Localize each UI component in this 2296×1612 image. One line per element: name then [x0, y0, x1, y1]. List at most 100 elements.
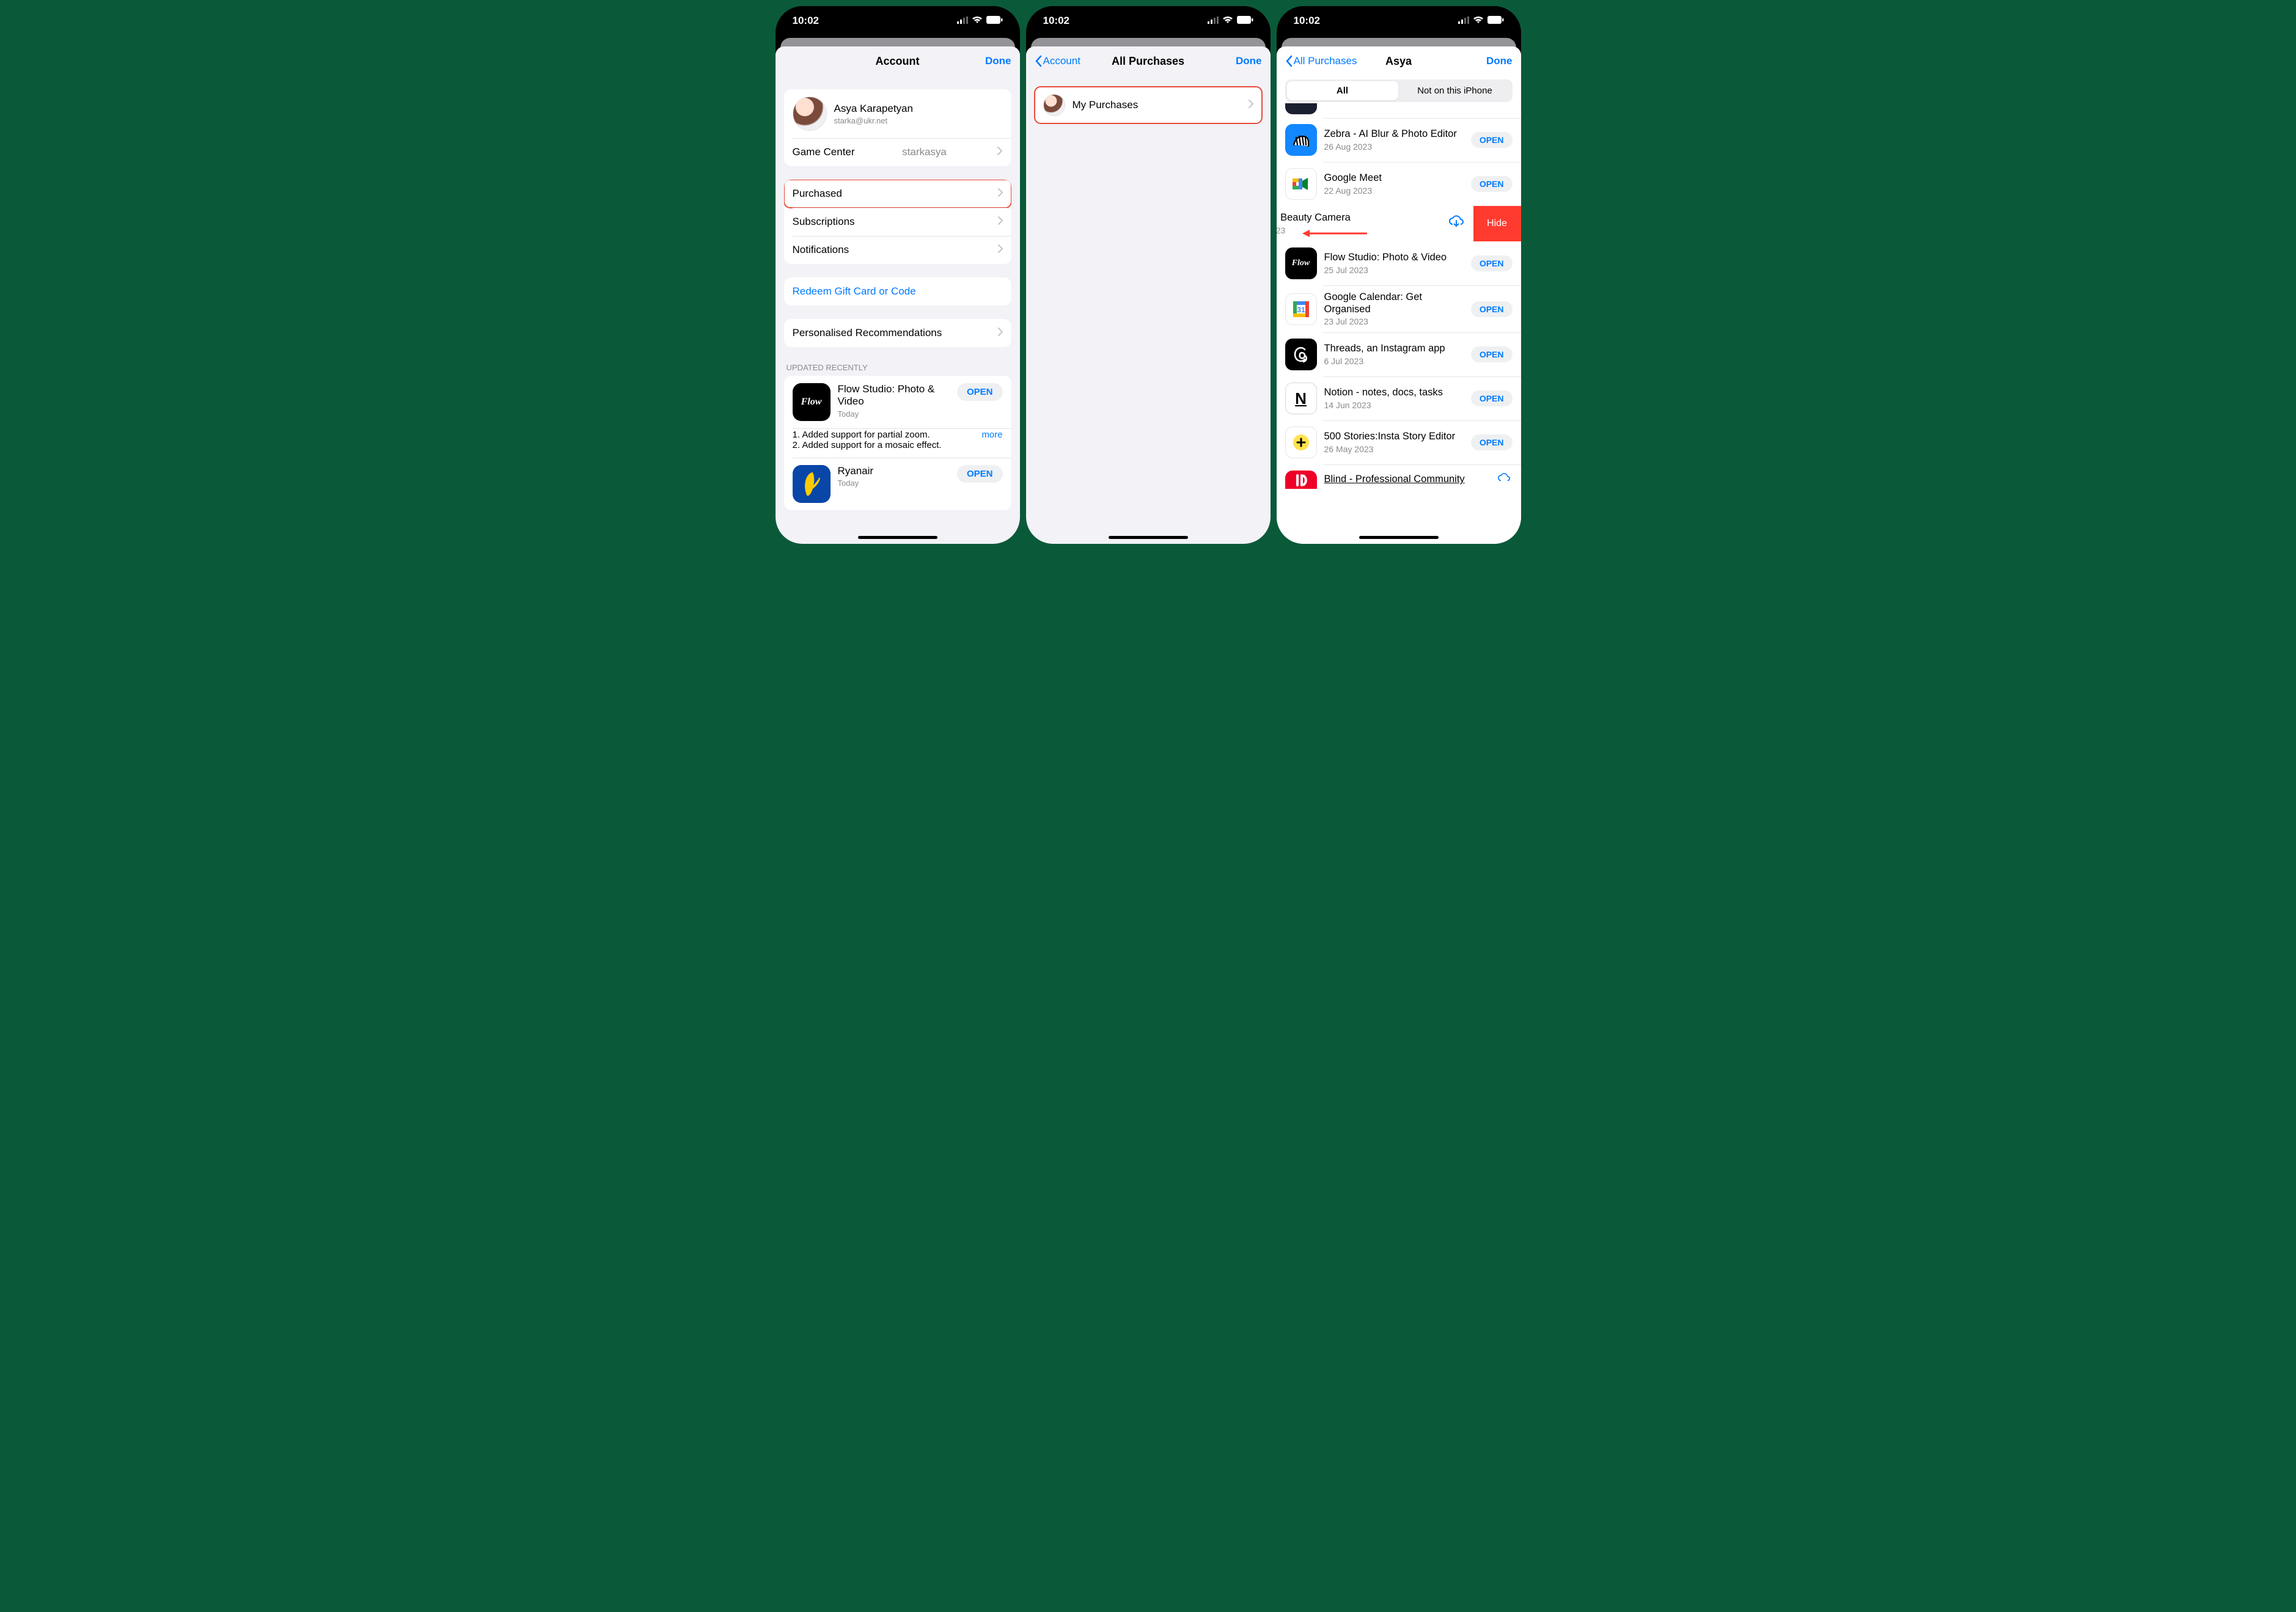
- app-name: Threads, an Instagram app: [1324, 343, 1471, 355]
- app-row-zebra[interactable]: Zebra - AI Blur & Photo Editor 26 Aug 20…: [1277, 118, 1521, 162]
- purchases-content[interactable]: My Purchases: [1026, 76, 1271, 544]
- nav-header: All Purchases Asya Done: [1277, 46, 1521, 76]
- nav-title: Account: [776, 55, 1020, 68]
- purchase-list[interactable]: Zebra - AI Blur & Photo Editor 26 Aug 20…: [1277, 103, 1521, 544]
- app-name: Ryanair: [838, 465, 957, 477]
- hide-button[interactable]: Hide: [1473, 206, 1521, 241]
- app-row-gcal[interactable]: 31 Google Calendar: Get Organised 23 Jul…: [1277, 285, 1521, 333]
- account-content[interactable]: Asya Karapetyan starka@ukr.net Game Cent…: [776, 76, 1020, 544]
- signal-icon: [1208, 15, 1219, 27]
- wifi-icon: [1222, 15, 1233, 27]
- redeem-group: Redeem Gift Card or Code: [784, 277, 1011, 306]
- gamecenter-row[interactable]: Game Center starkasya: [784, 138, 1011, 166]
- status-time: 10:02: [1043, 15, 1069, 27]
- personalised-label: Personalised Recommendations: [793, 327, 942, 339]
- app-row-blind[interactable]: Blind - Professional Community: [1277, 464, 1521, 489]
- app-row-notion[interactable]: N Notion - notes, docs, tasks 14 Jun 202…: [1277, 376, 1521, 420]
- open-button[interactable]: OPEN: [1471, 176, 1513, 192]
- status-bar: 10:02: [1277, 6, 1521, 35]
- done-button[interactable]: Done: [1486, 55, 1513, 67]
- app-row-ryanair[interactable]: Ryanair Today OPEN: [784, 458, 1011, 510]
- open-button[interactable]: OPEN: [957, 383, 1003, 401]
- svg-text:31: 31: [1297, 306, 1305, 314]
- signal-icon: [957, 15, 968, 27]
- back-label: Account: [1043, 55, 1080, 67]
- home-indicator[interactable]: [1109, 536, 1188, 539]
- app-row-flow[interactable]: Flow Flow Studio: Photo & Video Today OP…: [784, 376, 1011, 428]
- purchased-row[interactable]: Purchased: [784, 180, 1011, 208]
- personalised-row[interactable]: Personalised Recommendations: [784, 319, 1011, 347]
- segmented-control[interactable]: All Not on this iPhone: [1285, 79, 1513, 102]
- app-date: Today: [838, 409, 957, 419]
- app-row-partial[interactable]: [1277, 103, 1521, 118]
- app-name: Blind - Professional Community: [1324, 474, 1495, 486]
- open-button[interactable]: OPEN: [1471, 301, 1513, 317]
- release-notes: more 1. Added support for partial zoom. …: [784, 428, 1011, 458]
- my-purchases-group: My Purchases: [1035, 87, 1262, 123]
- menu-group: Purchased Subscriptions Notifications: [784, 180, 1011, 264]
- done-button[interactable]: Done: [985, 55, 1011, 67]
- seg-all[interactable]: All: [1287, 81, 1398, 100]
- status-bar: 10:02: [1026, 6, 1271, 35]
- chevron-right-icon: [997, 147, 1002, 158]
- app-icon: [1285, 103, 1317, 114]
- status-icons: [957, 15, 1003, 27]
- download-cloud-icon[interactable]: [1495, 472, 1513, 488]
- back-button[interactable]: All Purchases: [1285, 55, 1357, 67]
- updated-group: Flow Flow Studio: Photo & Video Today OP…: [784, 376, 1011, 510]
- nav-header: Account All Purchases Done: [1026, 46, 1271, 76]
- profile-row[interactable]: Asya Karapetyan starka@ukr.net: [784, 89, 1011, 138]
- open-button[interactable]: OPEN: [1471, 132, 1513, 148]
- home-indicator[interactable]: [1359, 536, 1439, 539]
- purchased-label: Purchased: [793, 188, 842, 200]
- more-link[interactable]: more: [981, 430, 1002, 440]
- subscriptions-label: Subscriptions: [793, 216, 855, 228]
- open-button[interactable]: OPEN: [957, 465, 1003, 483]
- gamecenter-value: starkasya: [902, 146, 947, 158]
- chevron-right-icon: [998, 244, 1003, 256]
- open-button[interactable]: OPEN: [1471, 346, 1513, 362]
- home-indicator[interactable]: [858, 536, 937, 539]
- profile-email: starka@ukr.net: [834, 116, 913, 125]
- note-line-2: 2. Added support for a mosaic effect.: [793, 440, 1003, 450]
- app-name: 500 Stories:Insta Story Editor: [1324, 431, 1471, 443]
- seg-not-on-phone[interactable]: Not on this iPhone: [1399, 81, 1511, 100]
- app-row-flow[interactable]: Flow Flow Studio: Photo & Video 25 Jul 2…: [1277, 241, 1521, 285]
- battery-icon: [986, 15, 1003, 27]
- chevron-right-icon: [998, 188, 1003, 200]
- redeem-row[interactable]: Redeem Gift Card or Code: [784, 277, 1011, 306]
- app-date: 23 Jul 2023: [1324, 317, 1471, 326]
- open-button[interactable]: OPEN: [1471, 434, 1513, 450]
- app-name: Flow Studio: Photo & Video: [1324, 252, 1471, 264]
- app-date: 26 May 2023: [1324, 444, 1471, 454]
- battery-icon: [1237, 15, 1253, 27]
- app-date: Today: [838, 478, 957, 488]
- open-button[interactable]: OPEN: [1471, 390, 1513, 406]
- app-date: 6 Jul 2023: [1324, 356, 1471, 366]
- back-label: All Purchases: [1294, 55, 1357, 67]
- app-date: 14 Jun 2023: [1324, 400, 1471, 410]
- status-icons: [1458, 15, 1504, 27]
- app-date: 25 Jul 2023: [1324, 265, 1471, 275]
- note-line-1: 1. Added support for partial zoom.: [793, 430, 1003, 440]
- app-name: Persona: Beauty Camera: [1277, 212, 1448, 224]
- signal-icon: [1458, 15, 1469, 27]
- app-row-persona-wrap: Persona: Beauty Camera 16 Aug 2023 Hide: [1277, 206, 1521, 241]
- app-row-stories[interactable]: 500 Stories:Insta Story Editor 26 May 20…: [1277, 420, 1521, 464]
- subscriptions-row[interactable]: Subscriptions: [784, 208, 1011, 236]
- app-name: Flow Studio: Photo & Video: [838, 383, 957, 408]
- done-button[interactable]: Done: [1236, 55, 1262, 67]
- app-icon-flow: Flow: [793, 383, 831, 421]
- gamecenter-label: Game Center: [793, 146, 855, 158]
- app-row-meet[interactable]: Google Meet 22 Aug 2023 OPEN: [1277, 162, 1521, 206]
- profile-name: Asya Karapetyan: [834, 103, 913, 115]
- back-button[interactable]: Account: [1035, 55, 1080, 67]
- app-row-threads[interactable]: Threads, an Instagram app 6 Jul 2023 OPE…: [1277, 332, 1521, 376]
- download-cloud-icon[interactable]: [1448, 214, 1465, 232]
- purchases-sheet: Account All Purchases Done My Purchases: [1026, 46, 1271, 544]
- my-purchases-row[interactable]: My Purchases: [1035, 87, 1262, 123]
- notifications-row[interactable]: Notifications: [784, 236, 1011, 264]
- open-button[interactable]: OPEN: [1471, 255, 1513, 271]
- app-row-persona[interactable]: Persona: Beauty Camera 16 Aug 2023 Hide: [1277, 206, 1473, 241]
- phone-all-purchases: 10:02 Account All Purchases Done My Purc…: [1026, 6, 1271, 544]
